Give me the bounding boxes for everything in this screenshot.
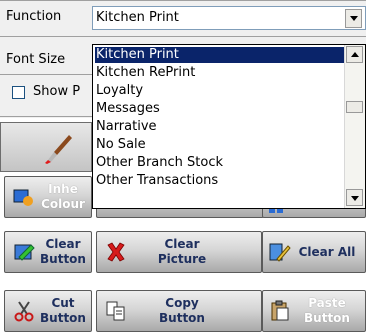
scissors-icon bbox=[14, 301, 34, 322]
dropdown-option[interactable]: No Sale bbox=[96, 137, 146, 153]
paste-line2: Button bbox=[304, 311, 350, 325]
divider bbox=[0, 36, 366, 37]
dropdown-scrollbar[interactable] bbox=[344, 45, 365, 208]
copy-line1: Copy bbox=[165, 296, 199, 310]
dropdown-option[interactable]: Other Branch Stock bbox=[96, 155, 223, 171]
chevron-down-icon[interactable] bbox=[345, 9, 362, 28]
show-label: Show P bbox=[33, 84, 81, 99]
divider bbox=[0, 0, 366, 1]
dropdown-option[interactable]: Narrative bbox=[96, 119, 157, 135]
cut-line2: Button bbox=[40, 311, 86, 325]
red-x-icon bbox=[107, 242, 125, 262]
paste-button[interactable]: Paste Button bbox=[262, 290, 366, 332]
show-checkbox[interactable] bbox=[12, 86, 25, 99]
font-size-label: Font Size bbox=[6, 52, 66, 67]
scroll-thumb[interactable] bbox=[346, 101, 363, 113]
clear-button-line1: Clear bbox=[45, 237, 81, 251]
dropdown-option[interactable]: Loyalty bbox=[96, 83, 143, 99]
edit-icon bbox=[14, 244, 35, 261]
clear-picture-button[interactable]: Clear Picture bbox=[96, 231, 262, 273]
inherit-colour-line2: Colour bbox=[41, 197, 85, 211]
clear-all-label: Clear All bbox=[298, 245, 356, 259]
inherit-colour-line1: Inhe bbox=[48, 182, 78, 196]
cut-line1: Cut bbox=[51, 296, 75, 310]
copy-icon bbox=[106, 301, 125, 321]
cut-button[interactable]: Cut Button bbox=[4, 290, 92, 332]
function-label: Function bbox=[6, 9, 62, 24]
scroll-down-icon[interactable] bbox=[346, 189, 363, 206]
clear-button-line2: Button bbox=[40, 252, 86, 266]
clear-picture-line1: Clear bbox=[164, 237, 200, 251]
dropdown-option[interactable]: Messages bbox=[96, 101, 160, 117]
clear-all-icon bbox=[269, 243, 291, 262]
inherit-colour-button[interactable]: Inhe Colour bbox=[4, 176, 92, 218]
scroll-up-icon[interactable] bbox=[346, 46, 363, 63]
paint-brush-button[interactable] bbox=[0, 122, 92, 172]
clear-picture-line2: Picture bbox=[157, 252, 207, 266]
dropdown-option[interactable]: Kitchen RePrint bbox=[96, 65, 195, 81]
inherit-colour-icon bbox=[13, 189, 33, 206]
dropdown-option[interactable]: Kitchen Print bbox=[95, 47, 344, 63]
paint-brush-icon bbox=[45, 135, 72, 164]
copy-button[interactable]: Copy Button bbox=[96, 290, 262, 332]
paste-icon bbox=[271, 300, 289, 321]
function-dropdown-list[interactable]: Kitchen Print Kitchen RePrint Loyalty Me… bbox=[92, 44, 366, 209]
copy-line2: Button bbox=[159, 311, 205, 325]
clear-button-button[interactable]: Clear Button bbox=[4, 231, 92, 273]
function-value: Kitchen Print bbox=[96, 10, 179, 25]
function-combobox[interactable]: Kitchen Print bbox=[92, 6, 366, 30]
paste-line1: Paste bbox=[308, 296, 346, 310]
clear-all-button[interactable]: Clear All bbox=[262, 231, 366, 273]
dropdown-option[interactable]: Other Transactions bbox=[96, 173, 218, 189]
